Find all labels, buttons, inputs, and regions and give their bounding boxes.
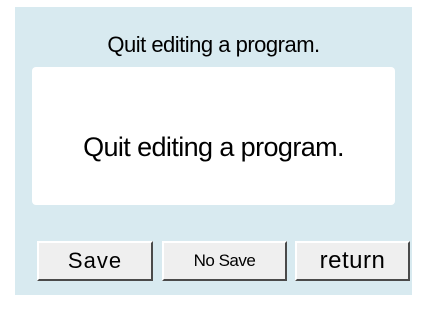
message-panel: Quit editing a program. [32,67,395,205]
return-button[interactable]: return [295,241,410,281]
dialog-title: Quit editing a program. [107,32,320,57]
quit-edit-dialog: Quit editing a program. Quit editing a p… [15,7,412,295]
message-text: Quit editing a program. [83,132,344,162]
save-button[interactable]: Save [37,241,153,281]
no-save-button[interactable]: No Save [162,241,287,281]
